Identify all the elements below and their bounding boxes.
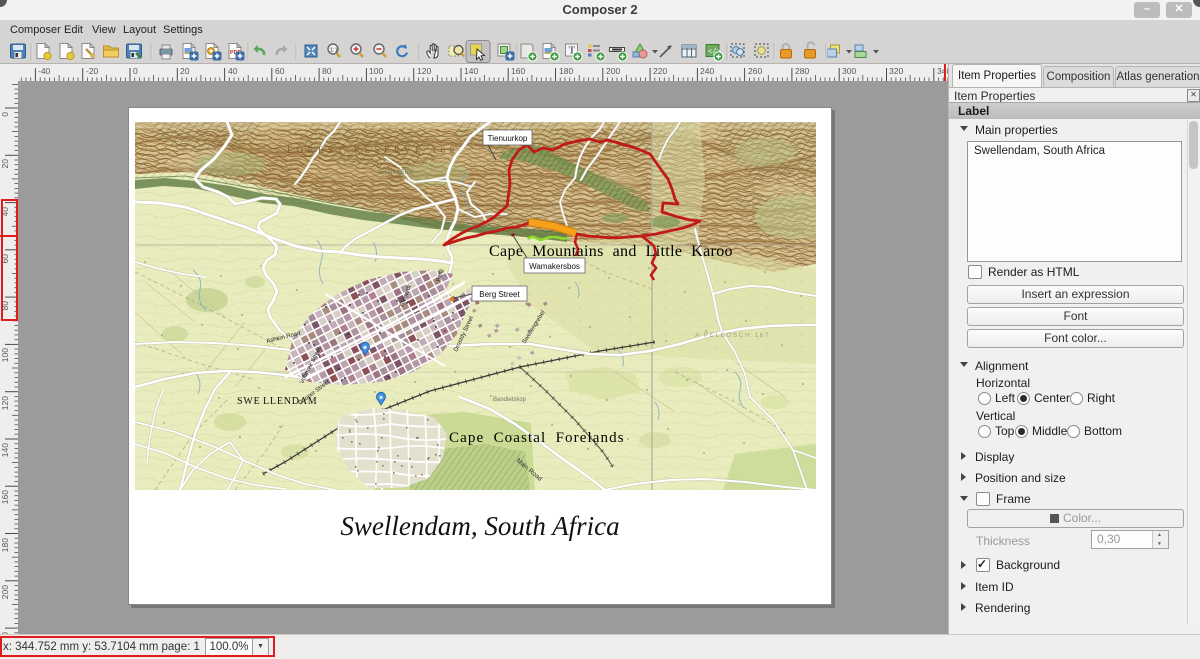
svg-text:WAMAKERS: WAMAKERS [378,170,413,176]
svg-text:160: 160 [511,66,525,76]
svg-text:-20: -20 [86,66,99,76]
svg-text:320: 320 [889,66,903,76]
svg-text:180: 180 [559,66,573,76]
svg-text:1:1: 1:1 [330,48,338,54]
svg-text:260: 260 [748,66,762,76]
svg-text:A PELBOSCH 167: A PELBOSCH 167 [695,332,770,339]
svg-text:200: 200 [0,585,10,599]
svg-text:100: 100 [369,66,383,76]
svg-text:Bandietskop: Bandietskop [493,397,527,403]
svg-text:200: 200 [606,66,620,76]
svg-text:0: 0 [0,112,10,117]
svg-text:100: 100 [0,348,10,362]
svg-text:Tienuurkop: Tienuurkop [488,134,528,143]
svg-text:80: 80 [322,66,332,76]
svg-text:FOREST RESERVE 169: FOREST RESERVE 169 [287,145,459,155]
svg-text:300: 300 [842,66,856,76]
svg-text:60: 60 [275,66,285,76]
svg-text:120: 120 [0,396,10,410]
svg-text:Berg Street: Berg Street [479,290,520,299]
svg-text:220: 220 [653,66,667,76]
svg-text:280: 280 [795,66,809,76]
svg-text:Wamakersbos: Wamakersbos [529,262,580,271]
svg-text:Cape Coastal Forelands: Cape Coastal Forelands [449,430,625,446]
svg-text:140: 140 [0,443,10,457]
svg-text:340: 340 [937,66,948,76]
svg-text:40: 40 [228,66,238,76]
svg-text:240: 240 [700,66,714,76]
svg-text:SWE: SWE [237,396,261,407]
svg-text:140: 140 [464,66,478,76]
svg-text:-40: -40 [38,66,51,76]
svg-text:0: 0 [133,66,138,76]
svg-text:20: 20 [0,159,10,169]
svg-text:120: 120 [417,66,431,76]
svg-text:180: 180 [0,538,10,552]
svg-text:160: 160 [0,490,10,504]
svg-text:Cape Mountains and Little Karo: Cape Mountains and Little Karoo [489,243,733,260]
svg-text:20: 20 [180,66,190,76]
